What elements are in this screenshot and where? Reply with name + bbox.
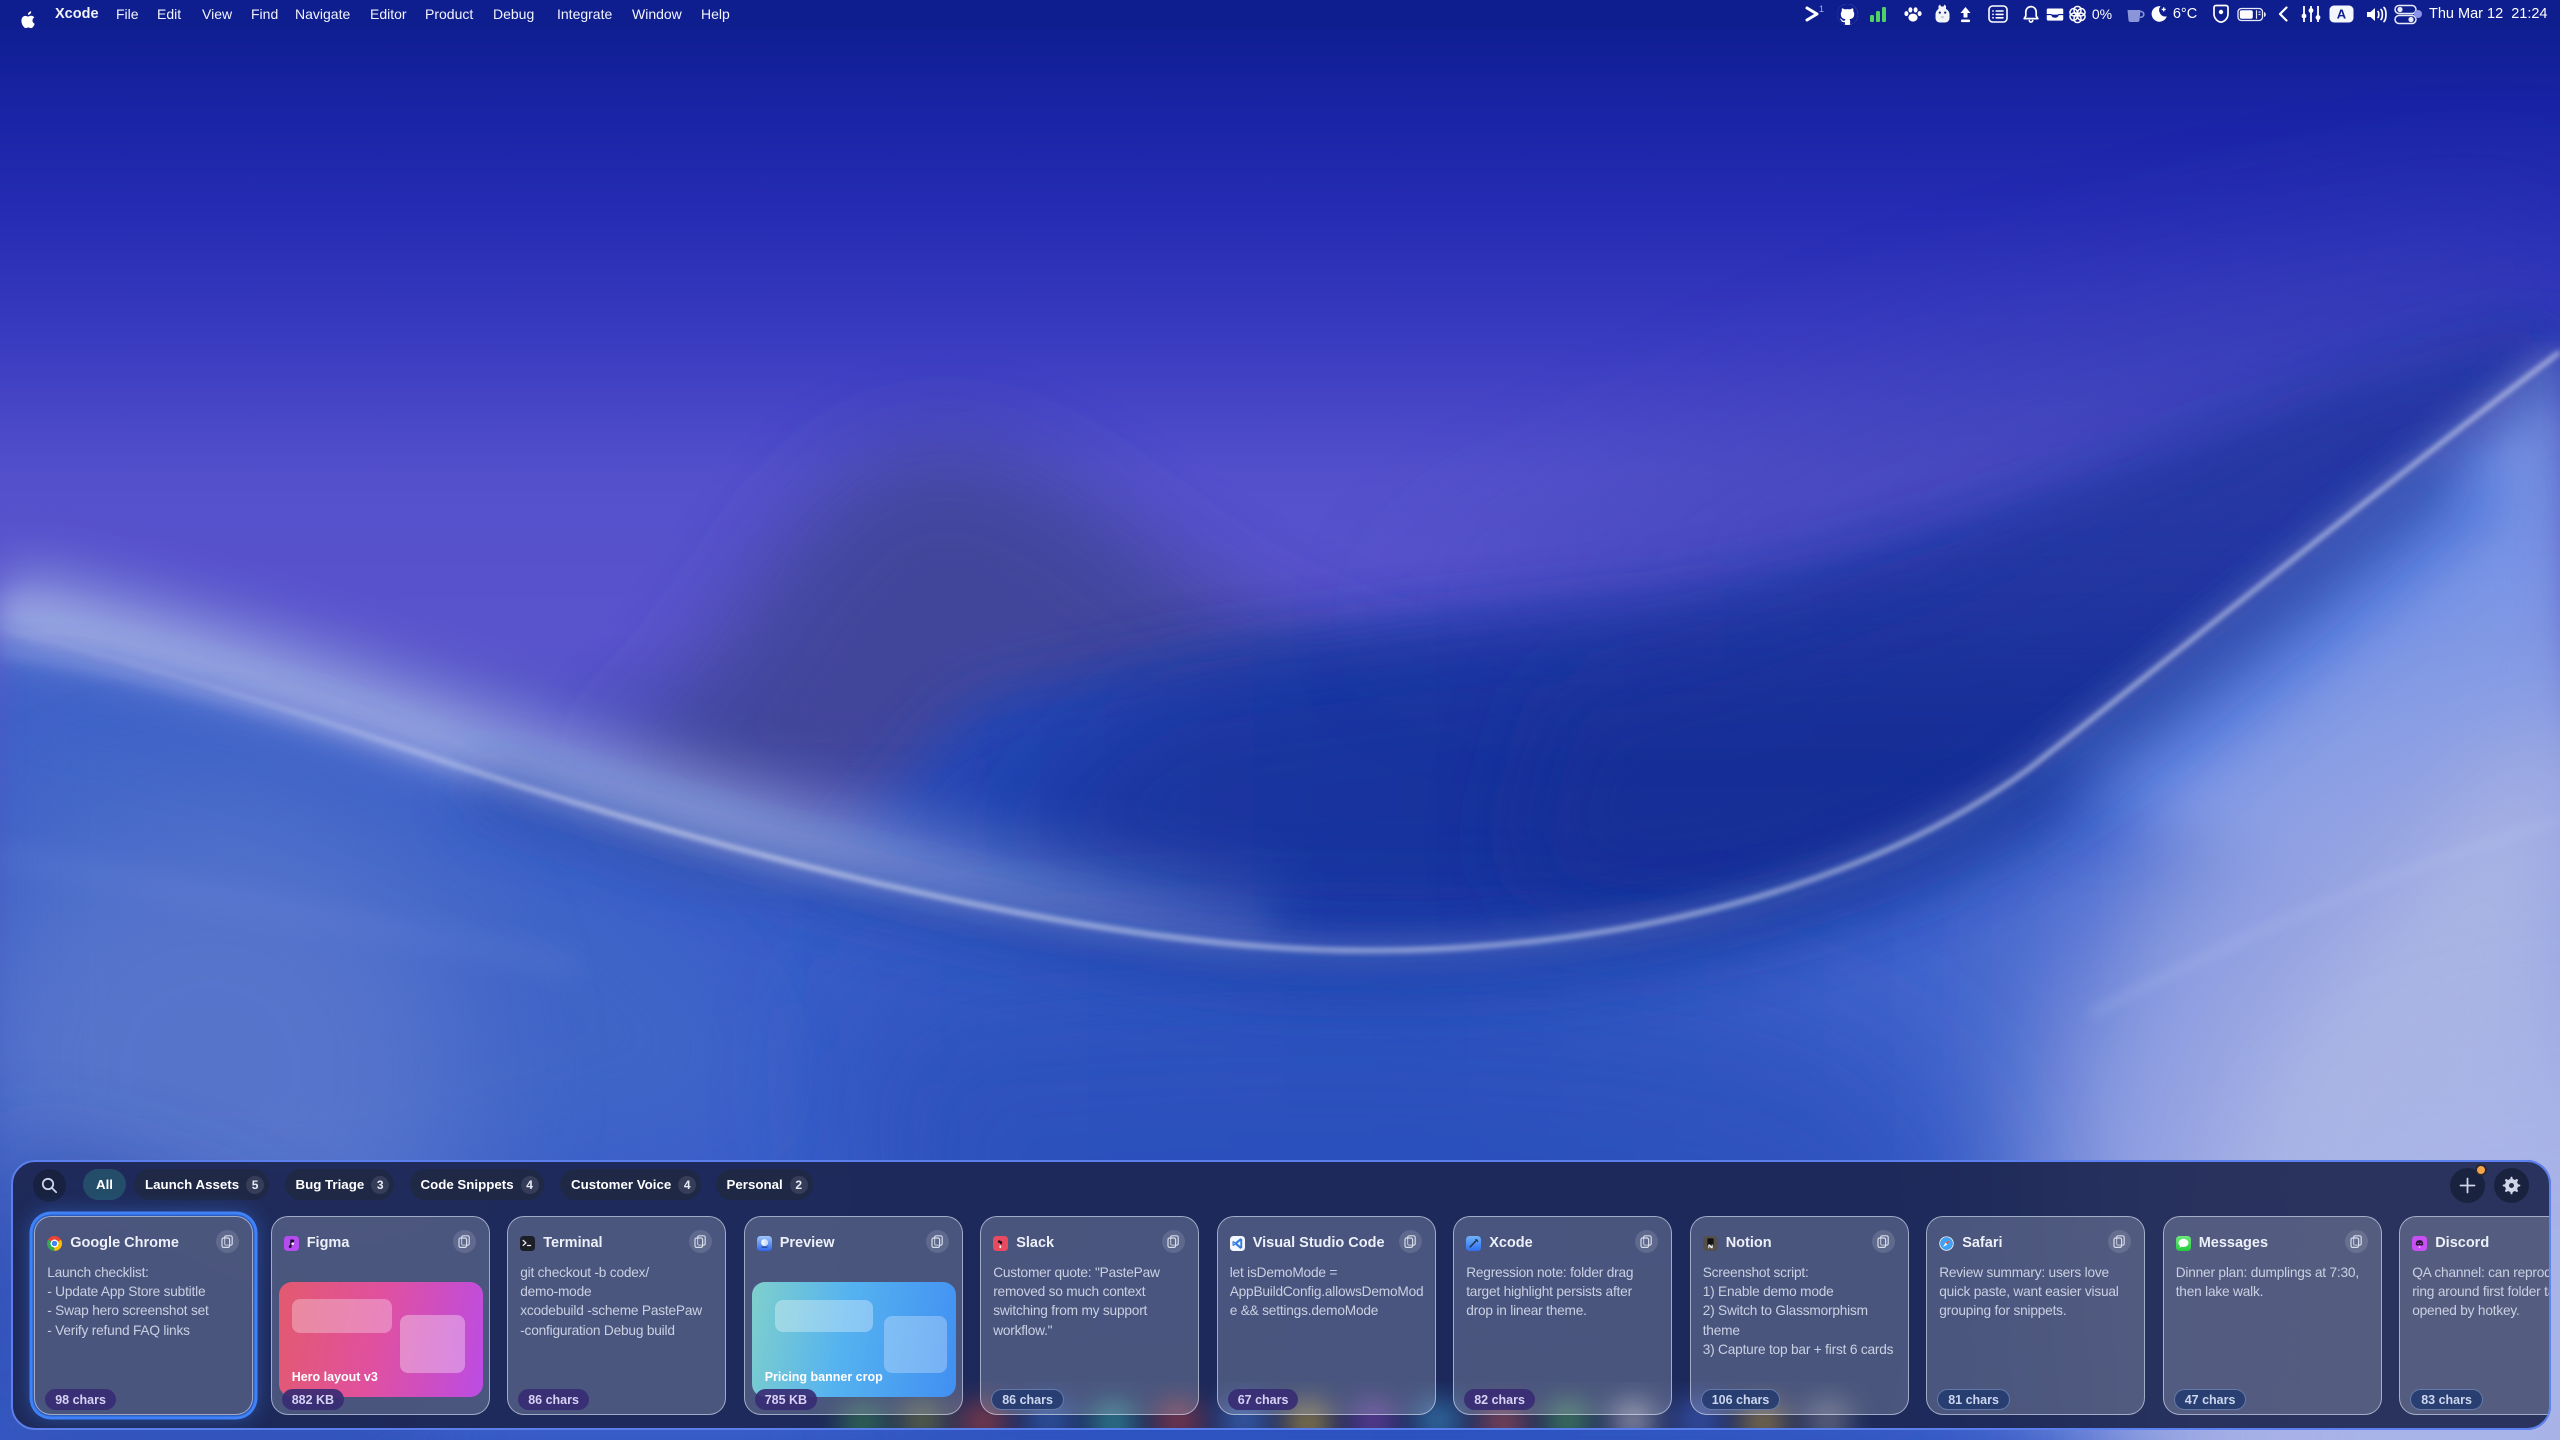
svg-text:A: A [2336, 6, 2346, 21]
svg-text:1: 1 [1819, 4, 1824, 14]
